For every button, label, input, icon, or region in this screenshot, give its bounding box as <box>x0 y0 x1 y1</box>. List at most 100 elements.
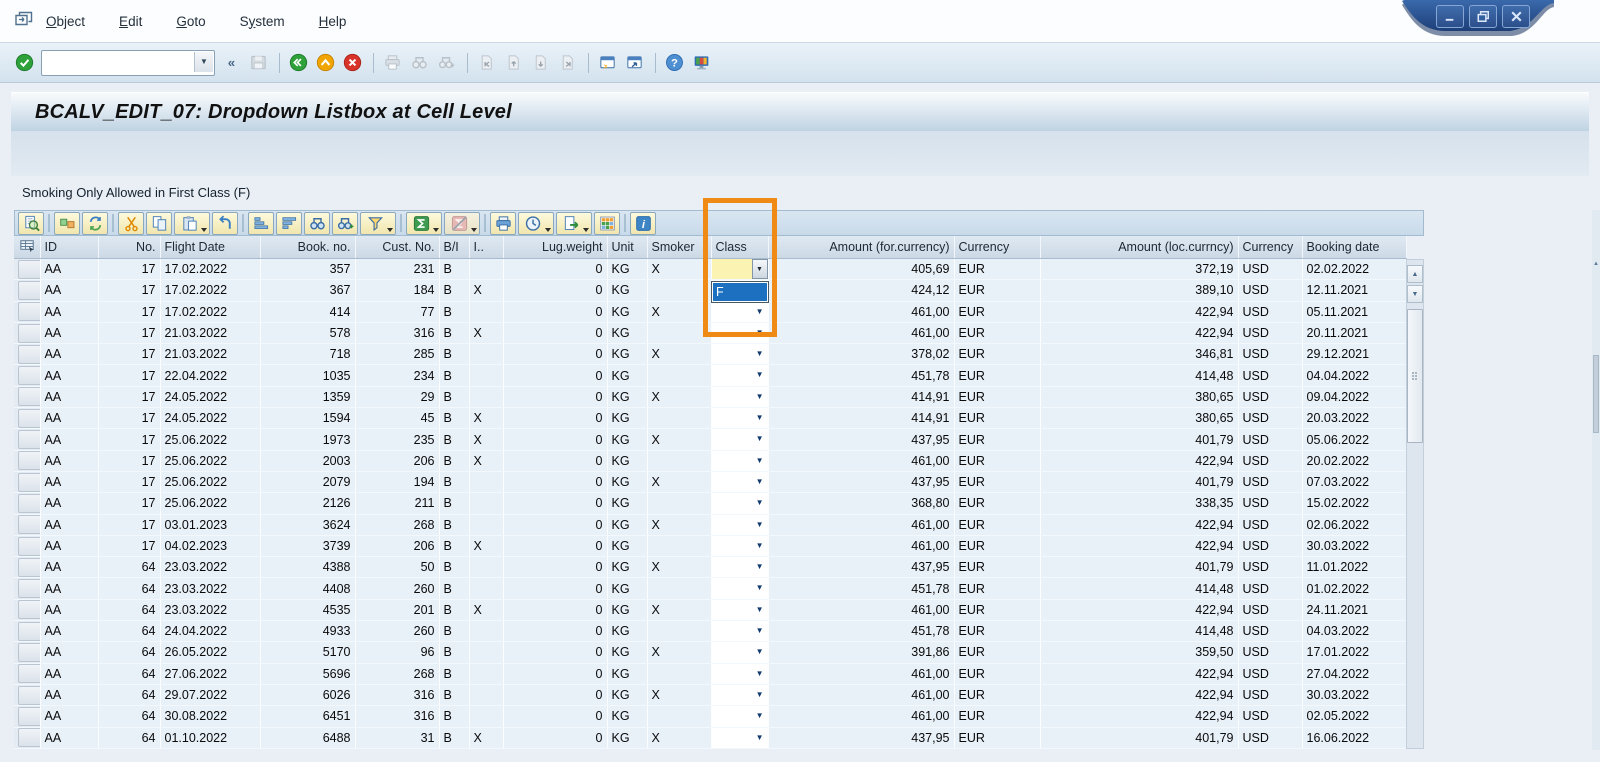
row-selector[interactable] <box>14 514 41 536</box>
undo-icon[interactable] <box>212 211 238 235</box>
row-selector-button[interactable] <box>18 323 39 343</box>
page-scroll-arrow[interactable]: ▲ <box>1592 260 1600 268</box>
column-header-lug-weight[interactable]: Lug.weight <box>503 236 608 259</box>
cancel-icon[interactable] <box>340 51 364 75</box>
row-selector-button[interactable] <box>18 642 39 662</box>
chevron-down-icon[interactable]: ▼ <box>756 733 764 742</box>
row-selector-button[interactable] <box>18 302 39 322</box>
new-session-icon[interactable] <box>595 51 619 75</box>
class-dropdown-cell[interactable]: ▼ <box>711 641 769 664</box>
row-selector[interactable] <box>14 279 41 302</box>
row-selector[interactable] <box>14 727 41 749</box>
class-dropdown-cell[interactable]: ▼ <box>711 343 769 366</box>
column-header-book-no-[interactable]: Book. no. <box>260 236 356 259</box>
chevron-down-icon[interactable]: ▼ <box>756 669 764 678</box>
class-dropdown-cell[interactable]: ▼ <box>711 407 769 430</box>
info-icon[interactable]: i <box>630 211 656 235</box>
class-dropdown-cell[interactable]: ▼ <box>711 663 769 685</box>
scroll-down-button[interactable]: ▼ <box>1407 285 1423 303</box>
class-dropdown-cell[interactable]: ▼ <box>711 471 769 494</box>
scroll-up-button[interactable]: ▲ <box>1407 265 1423 283</box>
help-icon[interactable]: ? <box>662 51 686 75</box>
row-selector[interactable] <box>14 535 41 558</box>
row-selector[interactable] <box>14 301 41 323</box>
chevron-down-icon[interactable]: ▼ <box>756 712 764 720</box>
row-selector[interactable] <box>14 258 41 281</box>
class-dropdown-cell[interactable]: ▼ <box>711 364 769 387</box>
system-menu-icon[interactable] <box>13 9 35 34</box>
row-selector[interactable] <box>14 492 41 515</box>
find-grid-icon[interactable] <box>304 211 330 235</box>
paste-icon[interactable] <box>174 211 210 235</box>
class-dropdown-cell[interactable]: ▼ <box>711 428 769 451</box>
class-dropdown-cell[interactable]: ▼ <box>711 492 769 515</box>
chevron-down-icon[interactable]: ▼ <box>756 605 764 614</box>
row-selector-button[interactable] <box>18 430 39 450</box>
refresh-icon[interactable] <box>82 211 108 235</box>
chevron-down-icon[interactable]: ▼ <box>756 648 764 656</box>
customize-icon[interactable] <box>689 51 713 75</box>
row-selector-button[interactable] <box>18 259 39 279</box>
cut-icon[interactable] <box>118 211 144 235</box>
row-selector[interactable] <box>14 471 41 494</box>
chevron-down-icon[interactable]: ▼ <box>756 350 764 358</box>
grid-vertical-scrollbar[interactable]: ▲ ▼ <box>1406 259 1424 749</box>
enter-icon[interactable] <box>12 51 36 75</box>
row-selector-button[interactable] <box>18 366 39 386</box>
sort-asc-icon[interactable] <box>248 211 274 235</box>
chevron-down-icon[interactable]: ▼ <box>756 307 764 316</box>
export-icon[interactable] <box>556 211 592 235</box>
row-selector[interactable] <box>14 343 41 366</box>
find-next-grid-icon[interactable] <box>332 211 358 235</box>
row-selector-button[interactable] <box>18 344 39 364</box>
column-header-no-[interactable]: No. <box>98 236 161 259</box>
row-selector-button[interactable] <box>18 621 39 641</box>
row-selector[interactable] <box>14 641 41 664</box>
row-selector-button[interactable] <box>18 472 39 492</box>
row-selector[interactable] <box>14 407 41 430</box>
page-scrollbar-thumb[interactable] <box>1593 355 1599 433</box>
chevron-down-icon[interactable]: ▼ <box>756 456 764 465</box>
shortcut-icon[interactable] <box>622 51 646 75</box>
select-all-header[interactable] <box>14 236 41 259</box>
row-selector-button[interactable] <box>18 664 39 684</box>
row-selector[interactable] <box>14 620 41 643</box>
chevron-down-icon[interactable]: ▼ <box>756 584 764 592</box>
row-selector[interactable] <box>14 684 41 707</box>
row-selector-button[interactable] <box>18 387 39 407</box>
class-dropdown-cell[interactable]: ▼ <box>711 535 769 558</box>
row-selector-button[interactable] <box>18 515 39 535</box>
column-header-id[interactable]: ID <box>40 236 99 259</box>
column-header-flight-date[interactable]: Flight Date <box>160 236 261 259</box>
restore-button[interactable] <box>1469 5 1497 28</box>
menu-edit[interactable]: Edit <box>119 14 142 29</box>
row-selector-button[interactable] <box>18 706 39 726</box>
chevron-down-icon[interactable]: ▼ <box>756 435 764 443</box>
chevron-down-icon[interactable]: ▼ <box>756 477 764 486</box>
class-dropdown-cell[interactable]: ▼ <box>711 684 769 707</box>
menu-object[interactable]: Object <box>46 14 85 29</box>
command-input[interactable] <box>44 51 194 74</box>
scrollbar-thumb[interactable] <box>1407 309 1423 443</box>
row-selector[interactable] <box>14 577 41 600</box>
print-grid-icon[interactable] <box>490 211 516 235</box>
chevron-down-icon[interactable]: ▼ <box>756 414 764 422</box>
row-selector[interactable] <box>14 705 41 728</box>
menu-help[interactable]: Help <box>319 14 347 29</box>
class-dropdown-cell[interactable]: ▼ <box>711 556 769 579</box>
class-combo-dropdown-button[interactable]: ▼ <box>751 259 767 279</box>
sum-icon[interactable] <box>406 211 442 235</box>
check-icon[interactable] <box>54 211 80 235</box>
column-header-currency[interactable]: Currency <box>1238 236 1303 259</box>
row-selector[interactable] <box>14 599 41 622</box>
column-header-amount-loc-currncy-[interactable]: Amount (loc.currncy) <box>1040 236 1239 259</box>
class-dropdown-cell[interactable]: ▼ <box>711 386 769 409</box>
row-selector[interactable] <box>14 386 41 409</box>
chevron-down-icon[interactable]: ▼ <box>756 328 764 337</box>
column-header-unit[interactable]: Unit <box>607 236 648 259</box>
page-scrollbar[interactable]: ▲ <box>1592 210 1600 750</box>
column-header-currency[interactable]: Currency <box>954 236 1041 259</box>
copy-icon[interactable] <box>146 211 172 235</box>
row-selector-button[interactable] <box>18 557 39 577</box>
class-dropdown-option-f[interactable]: F <box>713 283 767 301</box>
